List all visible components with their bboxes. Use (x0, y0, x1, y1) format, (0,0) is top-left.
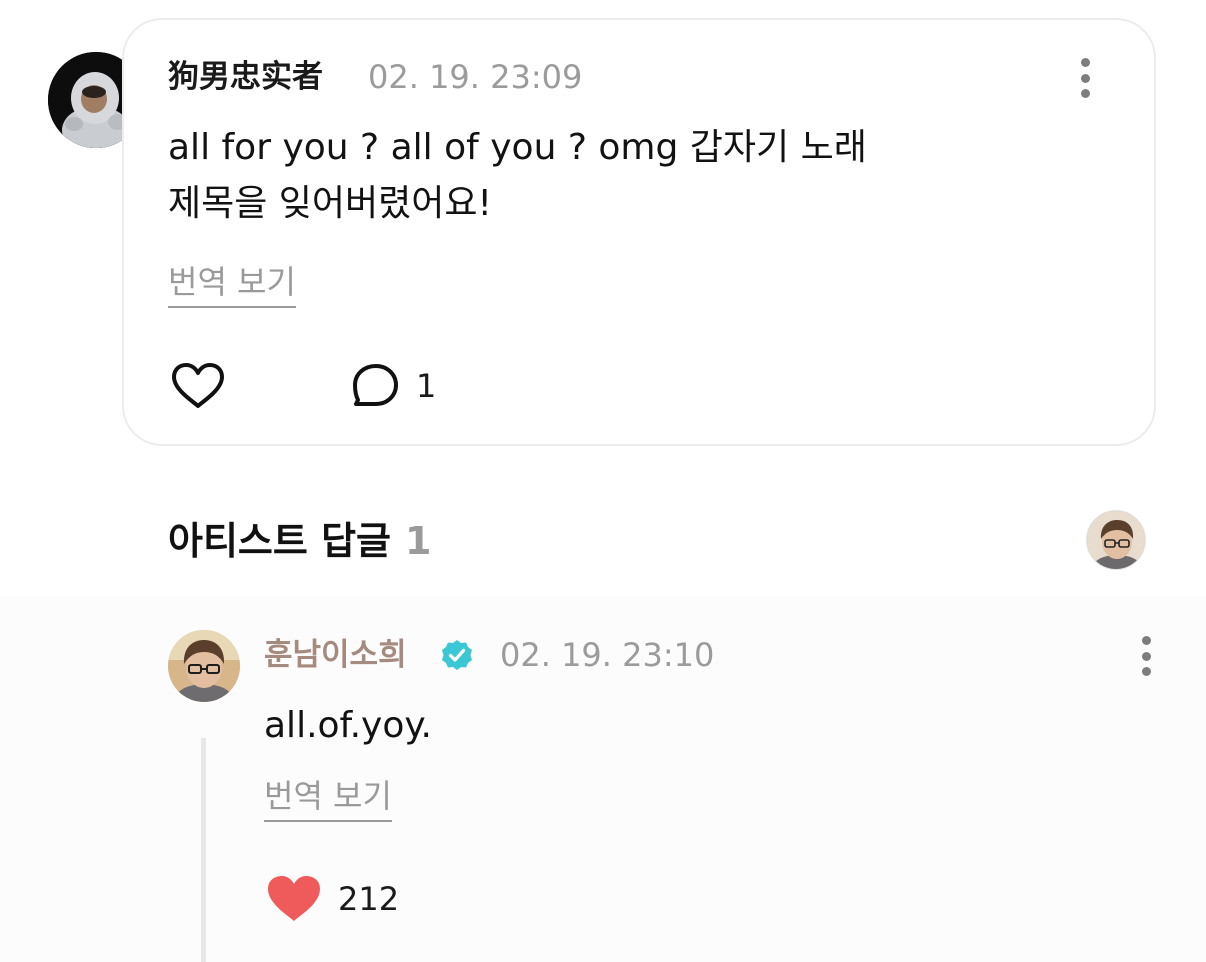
artist-replies-count: 1 (405, 519, 432, 563)
heart-outline-icon (172, 363, 224, 408)
reply-author-avatar[interactable] (168, 630, 240, 702)
artist-replies-header: 아티스트 답글 1 (168, 518, 431, 564)
reply-more-options-button[interactable] (1134, 634, 1158, 678)
reply-count: 1 (416, 367, 437, 405)
reply-button[interactable] (350, 362, 402, 414)
comment-timestamp: 02. 19. 23:09 (368, 58, 583, 96)
reply-like-count: 212 (338, 880, 400, 918)
reply-like-button[interactable] (266, 874, 322, 928)
comment-translate-link[interactable]: 번역 보기 (168, 262, 296, 308)
reply-timestamp: 02. 19. 23:10 (500, 636, 715, 674)
comment-thread-page: 狗男忠实者 02. 19. 23:09 all for you ? all of… (0, 0, 1206, 962)
comment-author-name[interactable]: 狗男忠实者 (168, 57, 323, 97)
heart-filled-icon (268, 876, 320, 921)
comment-text-line: 제목을 잊어버렸어요! (168, 183, 492, 224)
reply-translate-link[interactable]: 번역 보기 (264, 776, 392, 822)
reply-author-name[interactable]: 훈남이소희 (264, 635, 407, 675)
artist-replies-title: 아티스트 답글 (168, 519, 391, 563)
like-button[interactable] (170, 362, 226, 414)
artist-avatar-small[interactable] (1086, 510, 1146, 570)
comment-more-options-button[interactable] (1073, 56, 1097, 100)
comment-text-line: all for you ? all of you ? omg 갑자기 노래 (168, 127, 867, 168)
thread-connector-line (201, 738, 206, 962)
verified-badge-icon (440, 638, 474, 676)
speech-bubble-icon (353, 364, 398, 406)
reply-text: all.of.yoy. (264, 705, 432, 746)
comment-text: all for you ? all of you ? omg 갑자기 노래 제목… (168, 120, 867, 232)
